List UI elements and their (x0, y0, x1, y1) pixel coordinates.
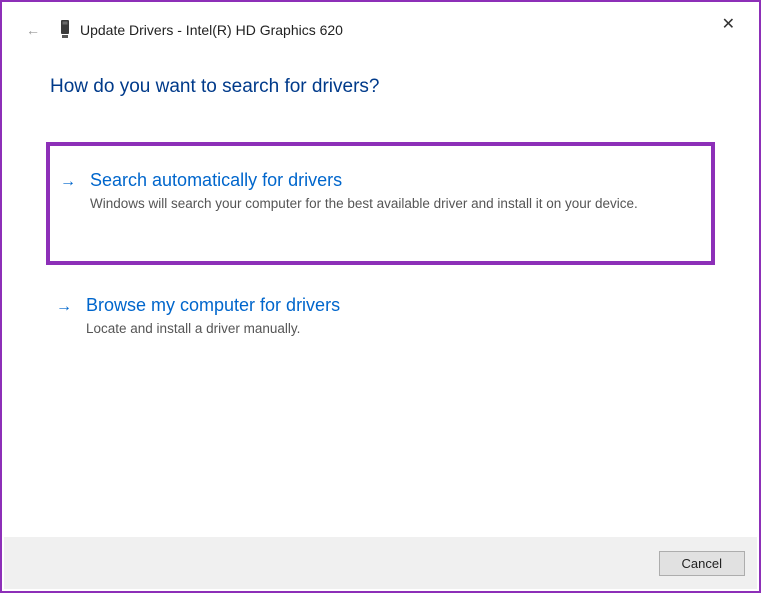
cancel-button[interactable]: Cancel (659, 551, 745, 576)
option-text-wrapper: Search automatically for drivers Windows… (90, 170, 695, 213)
close-button[interactable]: ✕ (716, 12, 741, 36)
window-title: Update Drivers - Intel(R) HD Graphics 62… (80, 22, 343, 38)
option-browse-computer[interactable]: → Browse my computer for drivers Locate … (50, 283, 711, 350)
device-icon (60, 20, 70, 40)
page-heading: How do you want to search for drivers? (50, 76, 711, 98)
option-description: Locate and install a driver manually. (86, 320, 701, 338)
content-area: How do you want to search for drivers? →… (2, 40, 759, 350)
window-header: ← Update Drivers - Intel(R) HD Graphics … (2, 2, 759, 40)
option-title: Browse my computer for drivers (86, 295, 701, 316)
option-description: Windows will search your computer for th… (90, 195, 695, 213)
option-text-wrapper: Browse my computer for drivers Locate an… (86, 295, 701, 338)
arrow-right-icon: → (56, 295, 72, 319)
back-arrow-icon[interactable]: ← (22, 20, 44, 40)
option-search-automatically[interactable]: → Search automatically for drivers Windo… (46, 142, 715, 265)
arrow-right-icon: → (60, 170, 76, 194)
bottom-bar: Cancel (4, 537, 757, 589)
option-title: Search automatically for drivers (90, 170, 695, 191)
